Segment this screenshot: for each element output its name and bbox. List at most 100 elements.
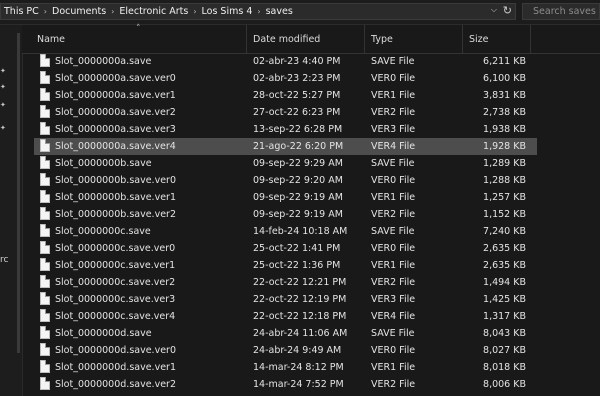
file-icon — [40, 207, 50, 220]
sort-caret-icon: ˄ — [136, 24, 141, 34]
file-date-modified: 24-abr-24 11:06 AM — [253, 328, 348, 339]
file-type: SAVE File — [371, 328, 415, 339]
column-header-size[interactable]: Size — [469, 34, 489, 45]
chevron-down-icon[interactable]: ⌵ — [491, 5, 497, 15]
file-icon — [40, 377, 50, 390]
pin-icon: ✦ — [0, 83, 6, 91]
file-size: 1,289 KB — [483, 158, 526, 169]
file-name: Slot_0000000d.save.ver0 — [55, 345, 176, 356]
file-date-modified: 22-oct-22 12:19 PM — [253, 294, 347, 305]
file-date-modified: 24-abr-24 9:49 AM — [253, 345, 342, 356]
chevron-right-icon[interactable]: › — [191, 7, 198, 16]
file-icon — [40, 275, 50, 288]
file-size: 1,317 KB — [483, 311, 526, 322]
file-name: Slot_0000000d.save — [55, 328, 152, 339]
nav-item-label[interactable]: rc — [0, 255, 8, 265]
column-divider[interactable] — [530, 25, 531, 53]
file-row[interactable]: Slot_0000000c.save.ver3 22-oct-22 12:19 P… — [22, 291, 532, 308]
file-type: SAVE File — [371, 226, 415, 237]
file-row[interactable]: Slot_0000000b.save.ver2 09-sep-22 9:19 AM… — [22, 206, 532, 223]
file-row[interactable]: Slot_0000000c.save 14-feb-24 10:18 AM SAVE… — [22, 223, 532, 240]
file-date-modified: 22-oct-22 12:18 PM — [253, 311, 347, 322]
navigation-pane: ✦ ✦ ✦ ✦ rc — [0, 25, 23, 396]
file-row[interactable]: Slot_0000000a.save.ver1 28-oct-22 5:27 PM… — [22, 87, 532, 104]
column-headers: ˄ Name Date modified Type Size — [22, 24, 600, 54]
file-name: Slot_0000000c.save.ver0 — [55, 243, 176, 254]
file-type: VER3 File — [371, 294, 416, 305]
chevron-right-icon[interactable]: › — [255, 7, 262, 16]
file-row[interactable]: Slot_0000000a.save.ver2 27-oct-22 6:23 PM… — [22, 104, 532, 121]
file-date-modified: 22-oct-22 12:21 PM — [253, 277, 347, 288]
file-icon — [40, 88, 50, 101]
file-row[interactable]: Slot_0000000b.save.ver0 09-sep-22 9:20 AM… — [22, 172, 532, 189]
file-name: Slot_0000000d.save.ver1 — [55, 362, 176, 373]
file-name: Slot_0000000a.save.ver4 — [55, 141, 176, 152]
file-icon — [40, 224, 50, 237]
file-row[interactable]: Slot_0000000d.save.ver1 14-mar-24 8:12 PM… — [22, 359, 532, 376]
file-name: Slot_0000000a.save.ver3 — [55, 124, 176, 135]
column-header-date[interactable]: Date modified — [253, 34, 320, 45]
file-date-modified: 27-oct-22 6:23 PM — [253, 107, 341, 118]
file-size: 2,635 KB — [483, 260, 526, 271]
file-type: SAVE File — [371, 56, 415, 67]
column-divider[interactable] — [462, 25, 463, 53]
breadcrumb-documents[interactable]: Documents — [49, 6, 109, 17]
file-row[interactable]: Slot_0000000c.save.ver1 25-oct-22 1:36 PM… — [22, 257, 532, 274]
file-size: 1,425 KB — [483, 294, 526, 305]
file-row[interactable]: Slot_0000000b.save.ver1 09-sep-22 9:19 AM… — [22, 189, 532, 206]
file-name: Slot_0000000c.save — [55, 226, 151, 237]
file-type: VER0 File — [371, 345, 416, 356]
file-row[interactable]: Slot_0000000a.save 02-abr-23 4:40 PM SAVE … — [22, 53, 532, 70]
file-row[interactable]: Slot_0000000d.save 24-abr-24 11:06 AM SAVE… — [22, 325, 532, 342]
chevron-right-icon[interactable]: › — [109, 7, 116, 16]
pin-icon: ✦ — [0, 67, 6, 75]
file-row[interactable]: Slot_0000000c.save.ver0 25-oct-22 1:41 PM… — [22, 240, 532, 257]
file-row[interactable]: Slot_0000000d.save.ver0 24-abr-24 9:49 AM… — [22, 342, 532, 359]
file-date-modified: 14-mar-24 7:52 PM — [253, 379, 344, 390]
file-name: Slot_0000000a.save — [55, 56, 152, 67]
file-size: 1,288 KB — [483, 175, 526, 186]
breadcrumb-saves[interactable]: saves — [263, 6, 296, 17]
file-row[interactable]: Slot_0000000a.save.ver0 02-abr-23 2:23 PM… — [22, 70, 532, 87]
file-icon — [40, 156, 50, 169]
file-row[interactable]: Slot_0000000c.save.ver2 22-oct-22 12:21 P… — [22, 274, 532, 291]
breadcrumb-this-pc[interactable]: This PC — [1, 6, 42, 17]
breadcrumb[interactable]: This PC › Documents › Electronic Arts › … — [0, 3, 516, 20]
file-date-modified: 02-abr-23 4:40 PM — [253, 56, 341, 67]
file-icon — [40, 309, 50, 322]
file-name: Slot_0000000a.save.ver2 — [55, 107, 176, 118]
column-divider[interactable] — [364, 25, 365, 53]
search-input[interactable]: Search saves — [522, 3, 600, 20]
file-size: 8,006 KB — [483, 379, 526, 390]
file-row[interactable]: Slot_0000000a.save.ver4 21-ago-22 6:20 PM… — [34, 138, 537, 155]
file-name: Slot_0000000a.save.ver0 — [55, 73, 176, 84]
file-icon — [40, 71, 50, 84]
file-row[interactable]: Slot_0000000d.save.ver2 14-mar-24 7:52 PM… — [22, 376, 532, 393]
column-divider[interactable] — [246, 25, 247, 53]
file-type: VER0 File — [371, 175, 416, 186]
file-name: Slot_0000000b.save — [55, 158, 152, 169]
file-row[interactable]: Slot_0000000b.save 09-sep-22 9:29 AM SAVE … — [22, 155, 532, 172]
file-icon — [40, 360, 50, 373]
column-header-type[interactable]: Type — [371, 34, 393, 45]
nav-scrollbar[interactable] — [17, 33, 20, 353]
pin-icon: ✦ — [0, 101, 6, 109]
file-date-modified: 14-mar-24 8:12 PM — [253, 362, 344, 373]
file-name: Slot_0000000b.save.ver1 — [55, 192, 176, 203]
column-header-name[interactable]: Name — [37, 34, 65, 45]
file-size: 7,240 KB — [483, 226, 526, 237]
file-size: 1,494 KB — [483, 277, 526, 288]
file-row[interactable]: Slot_0000000a.save.ver3 13-sep-22 6:28 PM… — [22, 121, 532, 138]
chevron-right-icon[interactable]: › — [42, 7, 49, 16]
file-row[interactable]: Slot_0000000c.save.ver4 22-oct-22 12:18 P… — [22, 308, 532, 325]
file-date-modified: 25-oct-22 1:36 PM — [253, 260, 341, 271]
breadcrumb-electronic-arts[interactable]: Electronic Arts — [116, 6, 191, 17]
file-type: VER2 File — [371, 379, 416, 390]
refresh-icon[interactable]: ↻ — [503, 4, 512, 17]
file-type: VER0 File — [371, 243, 416, 254]
file-size: 8,018 KB — [483, 362, 526, 373]
breadcrumb-los-sims-4[interactable]: Los Sims 4 — [199, 6, 256, 17]
file-icon — [40, 241, 50, 254]
file-date-modified: 14-feb-24 10:18 AM — [253, 226, 348, 237]
file-icon — [40, 343, 50, 356]
